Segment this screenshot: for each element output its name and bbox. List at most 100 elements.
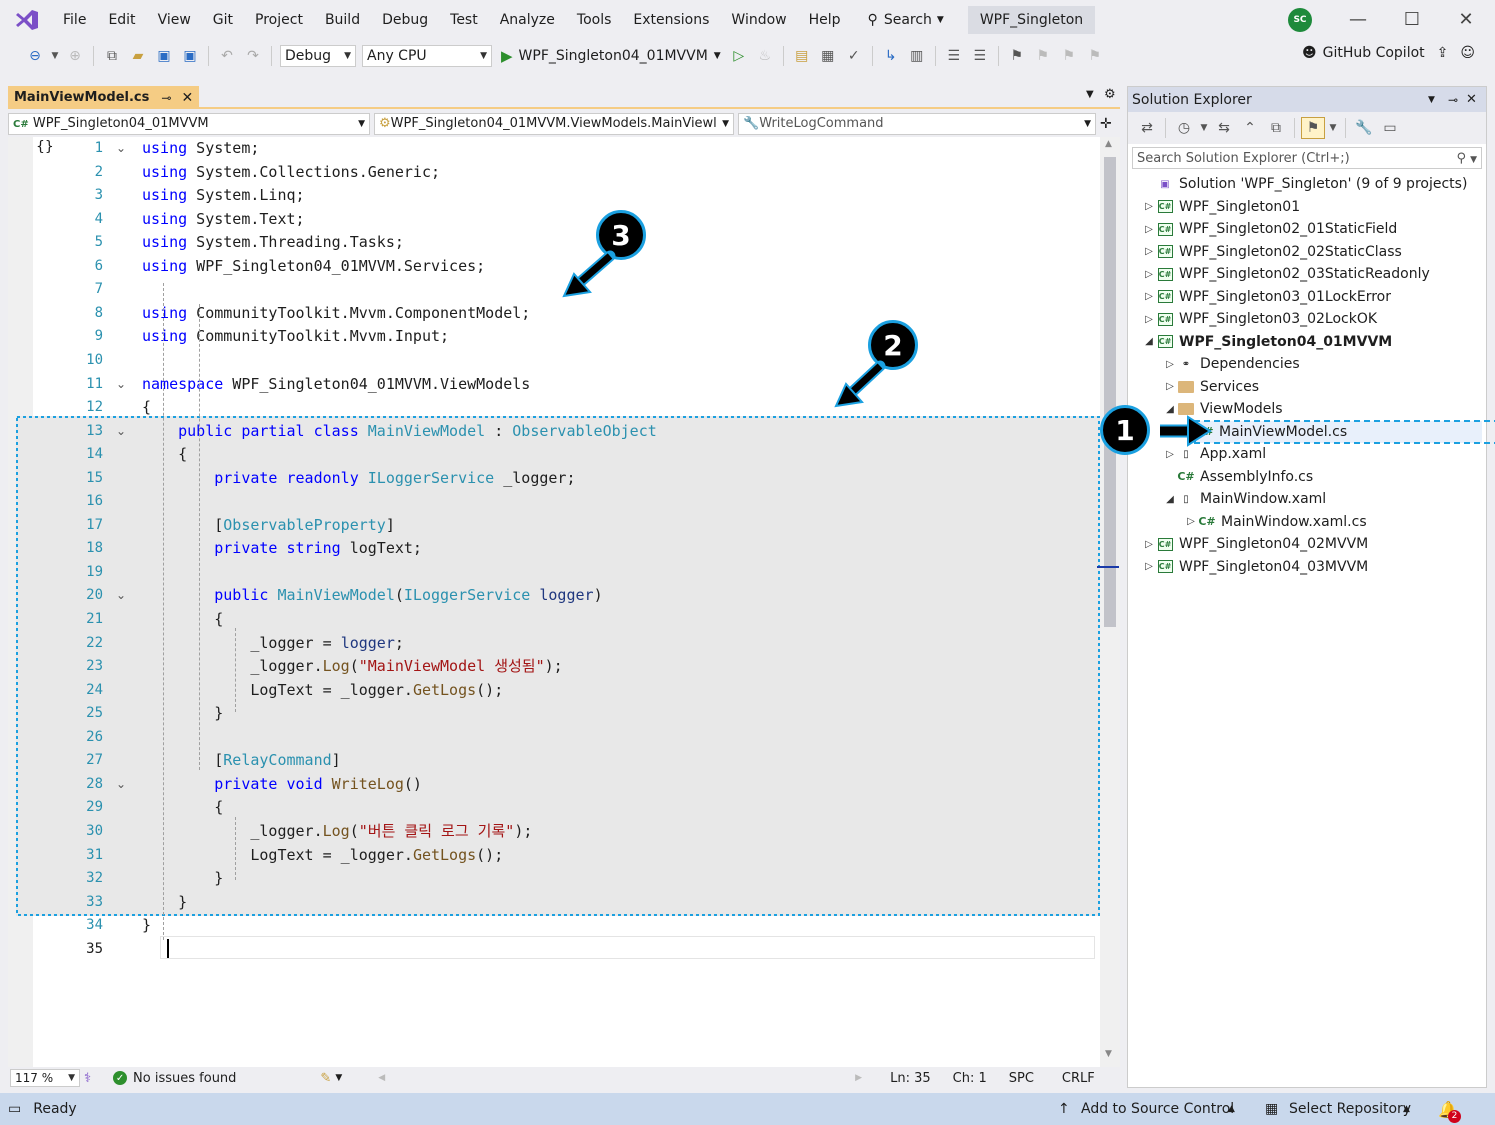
start-without-debugging-icon[interactable]: ▷ [727,45,751,67]
project-dropdown[interactable]: C# WPF_Singleton04_01MVVM ▼ [8,112,370,135]
save-icon[interactable]: ▣ [152,45,176,67]
share-icon[interactable]: ⇪ [1437,45,1449,61]
step-icon[interactable]: ↳ [879,45,903,67]
tree-item[interactable]: ▷ C# WPF_Singleton03_01LockError [1142,286,1391,308]
code-line[interactable]: 5 using System.Threading.Tasks; [8,231,1078,255]
output-icon[interactable]: ▭ [8,1101,21,1117]
chevron-down-icon[interactable]: ▼ [1086,89,1094,100]
code-line[interactable]: 1 ⌄ using System; [8,137,1078,161]
pin-icon[interactable]: ⊸ [1448,93,1458,107]
menu-debug[interactable]: Debug [371,0,439,40]
expander-icon[interactable]: ▷ [1142,539,1156,550]
bookmark-icon[interactable]: ⚑ [1005,45,1029,67]
menu-view[interactable]: View [147,0,202,40]
code-line[interactable]: 14 { [8,443,1078,467]
tree-item[interactable]: ▷ C# WPF_Singleton02_02StaticClass [1142,241,1402,263]
scroll-up-icon[interactable]: ▲ [1105,139,1112,149]
code-line[interactable]: 29 { [8,796,1078,820]
redo-icon[interactable]: ↷ [241,45,265,67]
tree-item[interactable]: ▷ ⚭ Dependencies [1163,353,1300,375]
code-line[interactable]: 22 _logger = logger; [8,632,1078,656]
indent-icon[interactable]: ☰ [942,45,966,67]
tree-item[interactable]: ▷ C# WPF_Singleton04_02MVVM [1142,533,1368,555]
health-icon[interactable]: ⚕ [84,1071,91,1086]
code-line[interactable]: 30 _logger.Log("버튼 클릭 로그 기록"); [8,820,1078,844]
open-folder-icon[interactable]: ▰ [126,45,150,67]
code-line[interactable]: 17 [ObservableProperty] [8,514,1078,538]
chevron-up-icon[interactable]: ▲ [1403,1104,1410,1114]
bookmark-prev-icon[interactable]: ⚑ [1031,45,1055,67]
menu-build[interactable]: Build [314,0,371,40]
collapse-icon[interactable]: ⌄ [116,773,126,797]
code-line[interactable]: 15 private readonly ILoggerService _logg… [8,467,1078,491]
tree-item[interactable]: C# AssemblyInfo.cs [1163,466,1313,488]
window-icon[interactable]: ▥ [905,45,929,67]
menu-project[interactable]: Project [244,0,314,40]
scroll-down-icon[interactable]: ▼ [1105,1049,1112,1059]
tree-item[interactable]: ▷ C# WPF_Singleton02_03StaticReadonly [1142,263,1430,285]
expander-icon[interactable]: ◢ [1142,336,1156,347]
code-line[interactable]: 18 private string logText; [8,537,1078,561]
expander-icon[interactable]: ▷ [1163,359,1177,370]
layout-icon[interactable]: ▦ [816,45,840,67]
code-line[interactable]: 6 using WPF_Singleton04_01MVVM.Services; [8,255,1078,279]
undo-icon[interactable]: ↶ [215,45,239,67]
pin-icon[interactable]: ⊸ [161,91,171,105]
properties-icon[interactable]: 🔧 [1352,117,1376,139]
platform-dropdown[interactable]: Any CPU ▼ [362,45,492,67]
code-line[interactable]: 20 ⌄ public MainViewModel(ILoggerService … [8,584,1078,608]
menu-window[interactable]: Window [720,0,797,40]
tree-item[interactable]: ▷ Services [1163,376,1259,398]
solution-explorer-search[interactable]: Search Solution Explorer (Ctrl+;) ⚲ ▼ [1132,147,1482,169]
chevron-down-icon[interactable]: ▼ [1198,117,1210,139]
back-icon[interactable]: ⊖ [23,45,47,67]
expander-icon[interactable]: ▷ [1142,246,1156,257]
expander-icon[interactable]: ◢ [1163,494,1177,505]
collapse-icon[interactable]: ⌄ [116,373,126,397]
member-dropdown[interactable]: 🔧WriteLogCommand ▼ [738,112,1096,135]
expander-icon[interactable]: ▷ [1142,269,1156,280]
menu-edit[interactable]: Edit [97,0,146,40]
tree-item[interactable]: ◢ C# WPF_Singleton04_01MVVM [1142,331,1392,353]
tree-item[interactable]: ▷ C# MainWindow.xaml.cs [1184,511,1366,533]
expander-icon[interactable]: ◢ [1163,404,1177,415]
preview-icon[interactable]: ▭ [1378,117,1402,139]
code-line[interactable]: 32 } [8,867,1078,891]
expander-icon[interactable]: ▷ [1163,449,1177,460]
code-line[interactable]: 8 using CommunityToolkit.Mvvm.ComponentMo… [8,302,1078,326]
code-line[interactable]: 13 ⌄ public partial class MainViewModel :… [8,420,1078,444]
code-line[interactable]: 16 [8,490,1078,514]
zoom-dropdown[interactable]: 117 % ▼ [10,1069,80,1087]
code-line[interactable]: 11 ⌄ namespace WPF_Singleton04_01MVVM.View… [8,373,1078,397]
maximize-icon[interactable]: ☐ [1392,6,1432,34]
brush-icon[interactable]: ✎ [320,1071,331,1086]
code-line[interactable]: 25 } [8,702,1078,726]
document-tab[interactable]: MainViewModel.cs ⊸ ✕ [8,86,200,109]
visual-studio-logo-icon[interactable] [14,9,40,31]
save-all-icon[interactable]: ▣ [178,45,202,67]
chevron-down-icon[interactable]: ▼ [335,1073,342,1083]
start-debugging-button[interactable]: ▶ WPF_Singleton04_01MVVM ▼ [501,47,721,65]
solution-root[interactable]: ▣ Solution 'WPF_Singleton' (9 of 9 projec… [1142,173,1467,195]
collapse-icon[interactable]: ⌄ [116,584,126,608]
expander-icon[interactable]: ▷ [1142,291,1156,302]
type-dropdown[interactable]: ⚙WPF_Singleton04_01MVVM.ViewModels.MainV… [374,112,734,135]
tree-item[interactable]: ▷ C# WPF_Singleton04_03MVVM [1142,556,1368,578]
collapse-icon[interactable]: ⌄ [116,137,126,161]
spellcheck-icon[interactable]: ✓ [842,45,866,67]
filter-icon[interactable]: ⚑ [1301,117,1325,139]
collapse-icon[interactable]: ⌄ [116,420,126,444]
split-icon[interactable]: ✛ [1100,116,1112,132]
tree-item[interactable]: ▷ C# WPF_Singleton02_01StaticField [1142,218,1397,240]
tree-item[interactable]: ◢ ▯ MainWindow.xaml [1163,488,1326,510]
code-line[interactable]: 2 using System.Collections.Generic; [8,161,1078,185]
expander-icon[interactable]: ▷ [1142,561,1156,572]
scroll-left-icon[interactable]: ◀ [378,1073,385,1083]
minimize-icon[interactable]: — [1338,6,1378,34]
hot-reload-icon[interactable]: ♨ [753,45,777,67]
close-icon[interactable]: ✕ [1446,6,1486,34]
code-line[interactable]: 12 { [8,396,1078,420]
code-line[interactable]: 21 { [8,608,1078,632]
tree-item[interactable]: ▷ C# WPF_Singleton03_02LockOK [1142,308,1377,330]
avatar[interactable]: SC [1288,8,1312,32]
